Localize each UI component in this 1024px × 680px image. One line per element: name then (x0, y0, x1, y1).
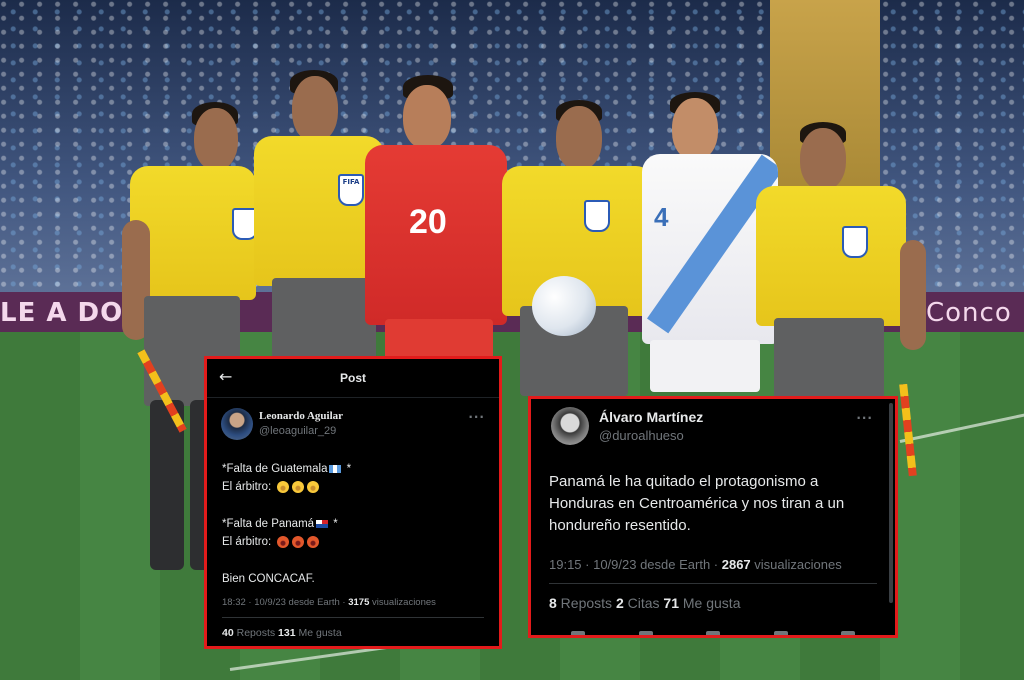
panama-player: 20 (365, 75, 510, 365)
views-count: 3175 (348, 597, 370, 608)
tweet-line: * (343, 463, 352, 475)
tweet-meta: 18:32 · 10/9/23 desde Earth · 3175 visua… (222, 597, 436, 608)
angry-face-icon (307, 535, 320, 548)
tweet-timestamp[interactable]: 18:32 · 10/9/23 desde Earth · (222, 597, 348, 608)
tweet-text: *Falta de Guatemala * El árbitro: *Falta… (222, 460, 499, 588)
tweet-line: *Falta de Panamá (222, 518, 315, 530)
guatemala-flag-icon (329, 464, 342, 473)
reposts-stat[interactable]: 8 Reposts (549, 595, 616, 611)
more-icon[interactable]: ··· (856, 411, 873, 425)
bookmark-icon[interactable] (773, 631, 788, 635)
referee-center (498, 100, 658, 400)
more-icon[interactable]: ··· (468, 410, 485, 424)
angry-face-icon (292, 535, 305, 548)
panama-flag-icon (316, 519, 329, 528)
likes-stat[interactable]: 131 Me gusta (278, 627, 342, 639)
tweet-card-alvaro[interactable]: Álvaro Martínez @duroalhueso ··· Panamá … (528, 396, 898, 638)
sleepy-face-icon (307, 480, 320, 493)
views-count: 2867 (721, 557, 751, 572)
reposts-stat[interactable]: 40 Reposts (222, 627, 278, 639)
sleepy-face-icon (292, 480, 305, 493)
tweet-card-leonardo[interactable]: ← Post Leonardo Aguilar @leoaguilar_29 ·… (204, 356, 502, 649)
match-ball (532, 276, 596, 336)
repost-icon[interactable] (638, 631, 653, 635)
quotes-stat[interactable]: 2 Citas (616, 595, 663, 611)
post-title: Post (339, 371, 366, 385)
tweet-stats: 8 Reposts 2 Citas 71 Me gusta (549, 595, 740, 611)
sleepy-face-icon (277, 480, 290, 493)
action-bar-cutoff (571, 631, 855, 635)
views-label: visualizaciones (369, 597, 436, 608)
tweet-line: *Falta de Guatemala (222, 463, 328, 475)
angry-face-icon (277, 535, 290, 548)
divider (222, 617, 484, 618)
reply-icon[interactable] (571, 631, 585, 635)
tweet-text: Panamá le ha quitado el protagonismo a H… (549, 473, 845, 534)
divider (549, 583, 877, 584)
jersey-number: 4 (654, 202, 669, 232)
views-label: visualizaciones (750, 557, 842, 572)
share-icon[interactable] (841, 631, 855, 635)
tweet-timestamp[interactable]: 19:15 · 10/9/23 desde Earth · (549, 557, 722, 572)
post-header: ← Post (207, 359, 499, 398)
tweet-line: * (330, 518, 338, 530)
ad-board-text-right: Conco (926, 298, 1012, 328)
display-name[interactable]: Álvaro Martínez (599, 409, 703, 425)
tweet-line: El árbitro: (222, 481, 272, 493)
display-name[interactable]: Leonardo Aguilar (259, 410, 343, 422)
like-icon[interactable] (706, 631, 720, 635)
avatar[interactable] (551, 407, 589, 445)
avatar[interactable] (221, 408, 253, 440)
tweet-author[interactable]: Leonardo Aguilar @leoaguilar_29 ··· (221, 408, 499, 440)
tweet-meta: 19:15 · 10/9/23 desde Earth · 2867 visua… (549, 557, 842, 572)
fifa-badge (842, 226, 868, 258)
scrollbar[interactable] (889, 403, 893, 603)
tweet-line: Bien CONCACAF. (222, 573, 315, 585)
jersey-number: 20 (409, 203, 447, 241)
fifa-badge (584, 200, 610, 232)
handle[interactable]: @leoaguilar_29 (259, 425, 343, 437)
tweet-stats: 40 Reposts 131 Me gusta (222, 627, 342, 639)
likes-stat[interactable]: 71 Me gusta (663, 595, 740, 611)
handle[interactable]: @duroalhueso (599, 428, 703, 443)
tweet-author[interactable]: Álvaro Martínez @duroalhueso ··· (551, 407, 895, 445)
fifa-badge: FIFA (338, 174, 364, 206)
tweet-line: El árbitro: (222, 536, 272, 548)
referee-right (752, 120, 927, 400)
